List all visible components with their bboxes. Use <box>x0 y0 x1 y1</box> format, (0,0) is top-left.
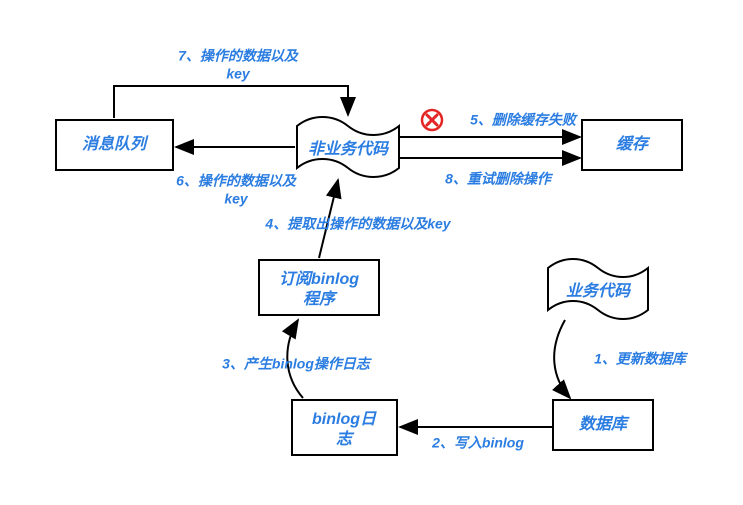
non-business-code-label: 非业务代码 <box>308 140 390 158</box>
message-queue-label: 消息队列 <box>82 135 149 153</box>
business-code-label: 业务代码 <box>566 282 632 300</box>
edge-7-label-1: 7、操作的数据以及 <box>178 48 299 64</box>
edge-6-label-2: key <box>224 191 249 207</box>
edge-1-label: 1、更新数据库 <box>594 351 689 367</box>
cache-label: 缓存 <box>616 135 651 153</box>
subscribe-binlog-label-2: 程序 <box>303 290 338 308</box>
edge-7: 7、操作的数据以及 key <box>114 48 348 118</box>
edge-3: 3、产生binlog操作日志 <box>222 320 373 398</box>
subscribe-binlog-label-1: 订阅binlog <box>279 270 359 288</box>
edge-2-label: 2、写入binlog <box>431 435 524 451</box>
edge-5-label: 5、删除缓存失败 <box>470 112 578 128</box>
node-cache: 缓存 <box>582 120 682 170</box>
node-message-queue: 消息队列 <box>56 120 173 170</box>
edge-3-label: 3、产生binlog操作日志 <box>222 356 373 372</box>
node-business-code: 业务代码 <box>548 259 648 319</box>
node-database: 数据库 <box>553 400 653 450</box>
node-non-business-code: 非业务代码 <box>297 117 399 177</box>
node-subscribe-binlog: 订阅binlog 程序 <box>259 260 379 315</box>
edge-1: 1、更新数据库 <box>554 320 689 398</box>
edge-2: 2、写入binlog <box>400 427 553 451</box>
edge-6: 6、操作的数据以及 key <box>176 147 297 207</box>
node-binlog-log: binlog日 志 <box>292 400 397 455</box>
edge-8-label: 8、重试删除操作 <box>445 171 554 187</box>
database-label: 数据库 <box>579 415 630 433</box>
fail-x-icon <box>422 110 442 130</box>
edge-6-label-1: 6、操作的数据以及 <box>176 173 297 189</box>
binlog-log-label-1: binlog日 <box>312 411 377 428</box>
edge-4: 4、提取出操作的数据以及key <box>264 180 451 258</box>
edge-4-label: 4、提取出操作的数据以及key <box>264 216 451 232</box>
edge-7-label-2: key <box>226 66 251 82</box>
edge-8: 8、重试删除操作 <box>400 158 580 187</box>
